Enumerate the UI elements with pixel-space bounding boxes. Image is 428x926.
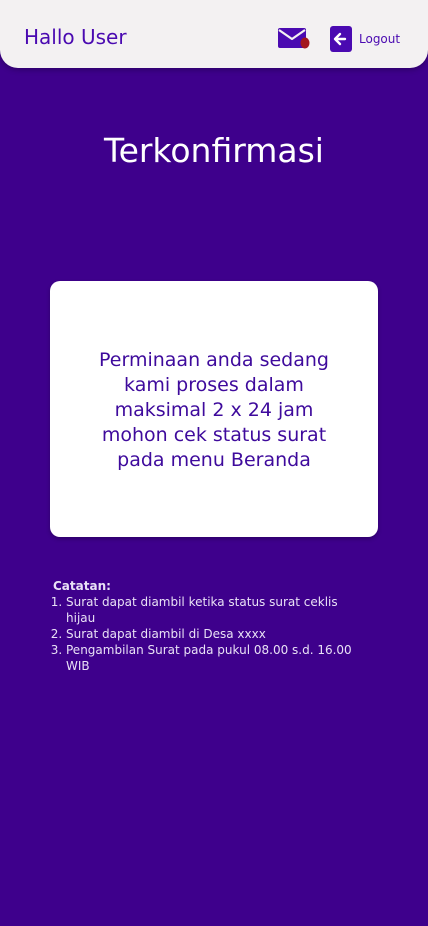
notes-item: Surat dapat diambil di Desa xxxx <box>66 626 363 642</box>
page-title: Terkonfirmasi <box>104 131 324 170</box>
mail-button[interactable] <box>277 26 311 52</box>
notes-list: Surat dapat diambil ketika status surat … <box>53 594 363 674</box>
notification-dot <box>300 37 310 49</box>
top-bar: Hallo User Logout <box>0 0 428 68</box>
confirmation-message: Perminaan anda sedang kami proses dalam … <box>99 348 329 471</box>
logout-label: Logout <box>359 32 401 46</box>
logout-icon <box>330 26 352 52</box>
notes-item: Surat dapat diambil ketika status surat … <box>66 594 363 626</box>
confirmation-page: Hallo User Logout Terkonfirmasi Perminaa… <box>0 0 428 926</box>
logout-button[interactable]: Logout <box>330 25 400 53</box>
greeting-text: Hallo User <box>24 25 127 49</box>
notes-item: Pengambilan Surat pada pukul 08.00 s.d. … <box>66 642 363 674</box>
message-card: Perminaan anda sedang kami proses dalam … <box>50 281 378 537</box>
notes-section: Catatan: Surat dapat diambil ketika stat… <box>53 578 363 674</box>
notes-title: Catatan: <box>53 579 111 593</box>
mail-icon <box>278 28 310 49</box>
